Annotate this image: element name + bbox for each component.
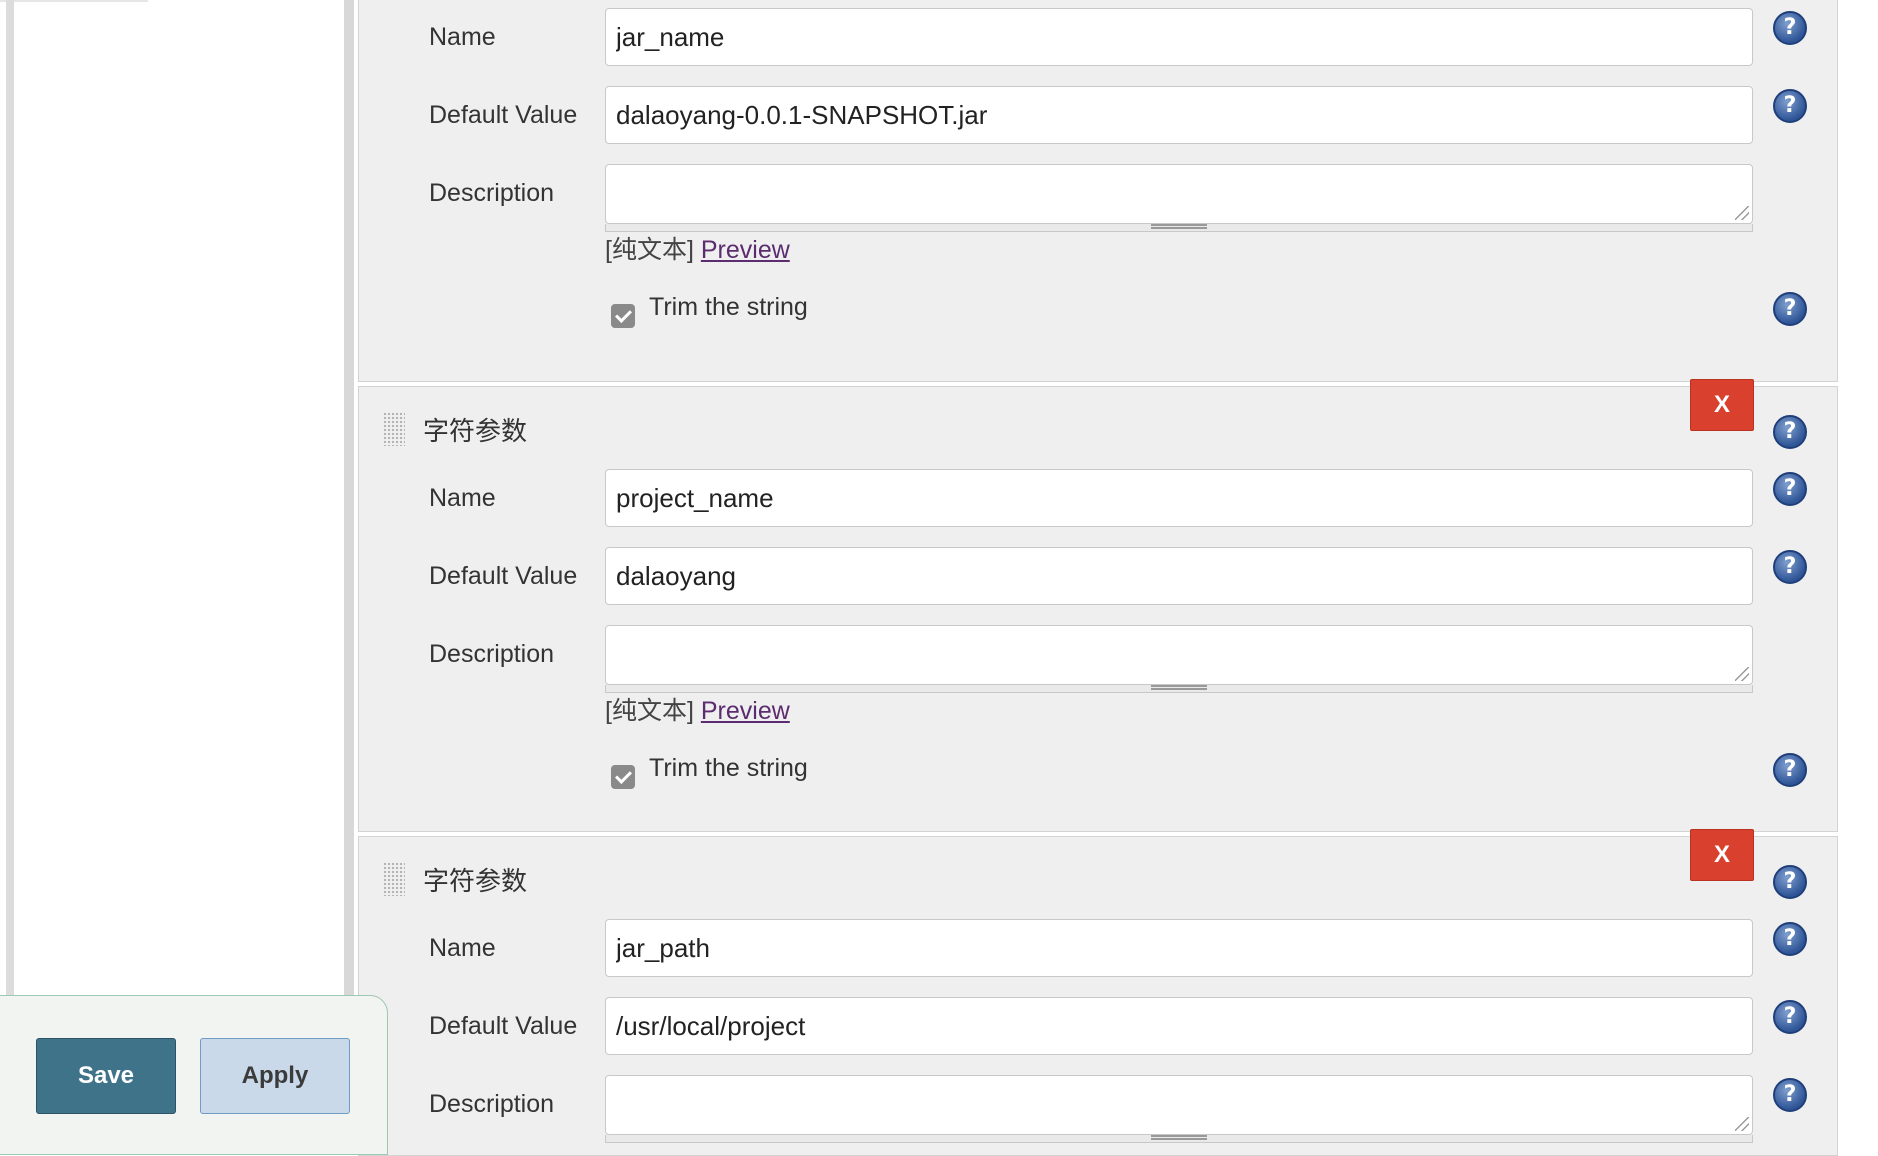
drag-handle-icon[interactable] xyxy=(383,412,405,446)
help-icon[interactable]: ? xyxy=(1773,550,1807,584)
format-prefix: [纯文本] xyxy=(605,697,694,725)
textarea-grip[interactable] xyxy=(605,1135,1753,1143)
delete-button[interactable]: X xyxy=(1690,829,1754,881)
description-label: Description xyxy=(429,1090,555,1118)
trim-label: Trim the string xyxy=(649,754,808,782)
string-param-block: Name ? Default Value ? Description [纯文本]… xyxy=(358,0,1838,382)
help-icon[interactable]: ? xyxy=(1773,922,1807,956)
description-textarea[interactable] xyxy=(605,164,1753,224)
default-value-input[interactable] xyxy=(605,547,1753,605)
name-label: Name xyxy=(429,934,496,962)
name-label: Name xyxy=(429,23,496,51)
param-type-title: 字符参数 xyxy=(423,415,528,446)
param-header: 字符参数 xyxy=(383,861,527,897)
textarea-grip[interactable] xyxy=(605,685,1753,693)
preview-link[interactable]: Preview xyxy=(701,697,790,725)
format-line: [纯文本] Preview xyxy=(605,696,790,726)
default-value-label: Default Value xyxy=(429,562,578,590)
top-strip xyxy=(0,0,148,2)
format-line: [纯文本] Preview xyxy=(605,235,790,265)
help-icon[interactable]: ? xyxy=(1773,89,1807,123)
drag-handle-icon[interactable] xyxy=(383,862,405,896)
help-icon[interactable]: ? xyxy=(1773,865,1807,899)
resize-handle-icon[interactable] xyxy=(1735,1117,1749,1131)
help-icon[interactable]: ? xyxy=(1773,415,1807,449)
name-input[interactable] xyxy=(605,919,1753,977)
help-icon[interactable]: ? xyxy=(1773,1000,1807,1034)
default-value-label: Default Value xyxy=(429,101,578,129)
description-label: Description xyxy=(429,179,555,207)
resize-handle-icon[interactable] xyxy=(1735,206,1749,220)
grip-lines-icon xyxy=(1151,224,1207,229)
default-value-input[interactable] xyxy=(605,997,1753,1055)
save-button[interactable]: Save xyxy=(36,1038,176,1114)
description-textarea[interactable] xyxy=(605,625,1753,685)
help-icon[interactable]: ? xyxy=(1773,472,1807,506)
description-textarea[interactable] xyxy=(605,1075,1753,1135)
left-panel-border xyxy=(6,0,14,1138)
param-type-title: 字符参数 xyxy=(423,865,528,896)
delete-button[interactable]: X xyxy=(1690,379,1754,431)
param-header: 字符参数 xyxy=(383,411,527,447)
string-param-block: 字符参数 X ? Name ? Default Value ? Descript… xyxy=(358,829,1838,1156)
panel-divider xyxy=(344,0,354,1138)
help-icon[interactable]: ? xyxy=(1773,11,1807,45)
resize-handle-icon[interactable] xyxy=(1735,667,1749,681)
name-input[interactable] xyxy=(605,469,1753,527)
help-icon[interactable]: ? xyxy=(1773,292,1807,326)
name-input[interactable] xyxy=(605,8,1753,66)
help-icon[interactable]: ? xyxy=(1773,1078,1807,1112)
default-value-input[interactable] xyxy=(605,86,1753,144)
apply-button[interactable]: Apply xyxy=(200,1038,350,1114)
trim-label: Trim the string xyxy=(649,293,808,321)
description-label: Description xyxy=(429,640,555,668)
help-icon[interactable]: ? xyxy=(1773,753,1807,787)
string-param-block: 字符参数 X ? Name ? Default Value ? Descript… xyxy=(358,379,1838,832)
format-prefix: [纯文本] xyxy=(605,236,694,264)
string-parameters-list: Name ? Default Value ? Description [纯文本]… xyxy=(358,0,1840,1156)
preview-link[interactable]: Preview xyxy=(701,236,790,264)
trim-checkbox[interactable] xyxy=(611,304,635,328)
textarea-grip[interactable] xyxy=(605,224,1753,232)
grip-lines-icon xyxy=(1151,685,1207,690)
trim-checkbox[interactable] xyxy=(611,765,635,789)
default-value-label: Default Value xyxy=(429,1012,578,1040)
name-label: Name xyxy=(429,484,496,512)
